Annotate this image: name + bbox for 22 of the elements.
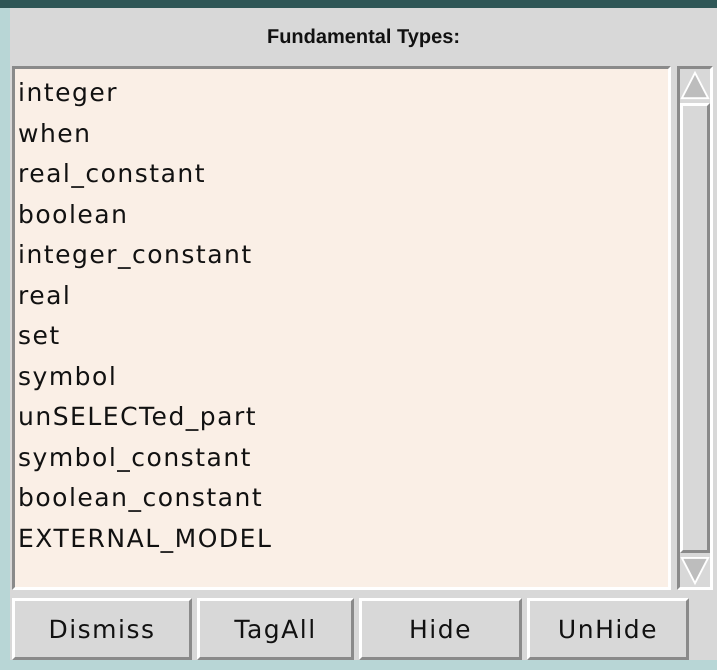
dialog-button[interactable]: UnHide	[527, 598, 689, 660]
dialog-button[interactable]: Hide	[359, 598, 522, 660]
dialog-button[interactable]: Dismiss	[12, 598, 192, 660]
list-item[interactable]: real	[18, 276, 668, 316]
list-item[interactable]: boolean_constant	[18, 478, 668, 518]
list-item[interactable]: set	[18, 316, 668, 356]
list-item[interactable]: symbol	[18, 356, 668, 397]
list-item[interactable]: unSELECTed_part	[18, 397, 668, 438]
dialog-button[interactable]: TagAll	[197, 598, 354, 660]
scrollbar[interactable]	[677, 66, 713, 590]
list-item[interactable]: boolean	[18, 194, 668, 235]
list-item[interactable]: when	[18, 114, 668, 154]
scroll-down-icon[interactable]	[680, 555, 710, 587]
type-list[interactable]: integer when real_constant boolean integer_constant real set symbol unSELECTed_part symbol_constant boolean_constant EXTERNAL_MODEL	[12, 66, 671, 590]
list-item[interactable]: integer	[18, 73, 668, 114]
scroll-up-icon[interactable]	[680, 69, 710, 101]
list-item[interactable]: symbol_constant	[18, 438, 668, 478]
list-item[interactable]: EXTERNAL_MODEL	[18, 518, 668, 559]
scroll-thumb[interactable]	[680, 103, 710, 553]
dialog-title: Fundamental Types:	[266, 24, 461, 50]
list-item[interactable]: integer_constant	[18, 235, 668, 276]
list-item[interactable]: real_constant	[18, 154, 668, 194]
